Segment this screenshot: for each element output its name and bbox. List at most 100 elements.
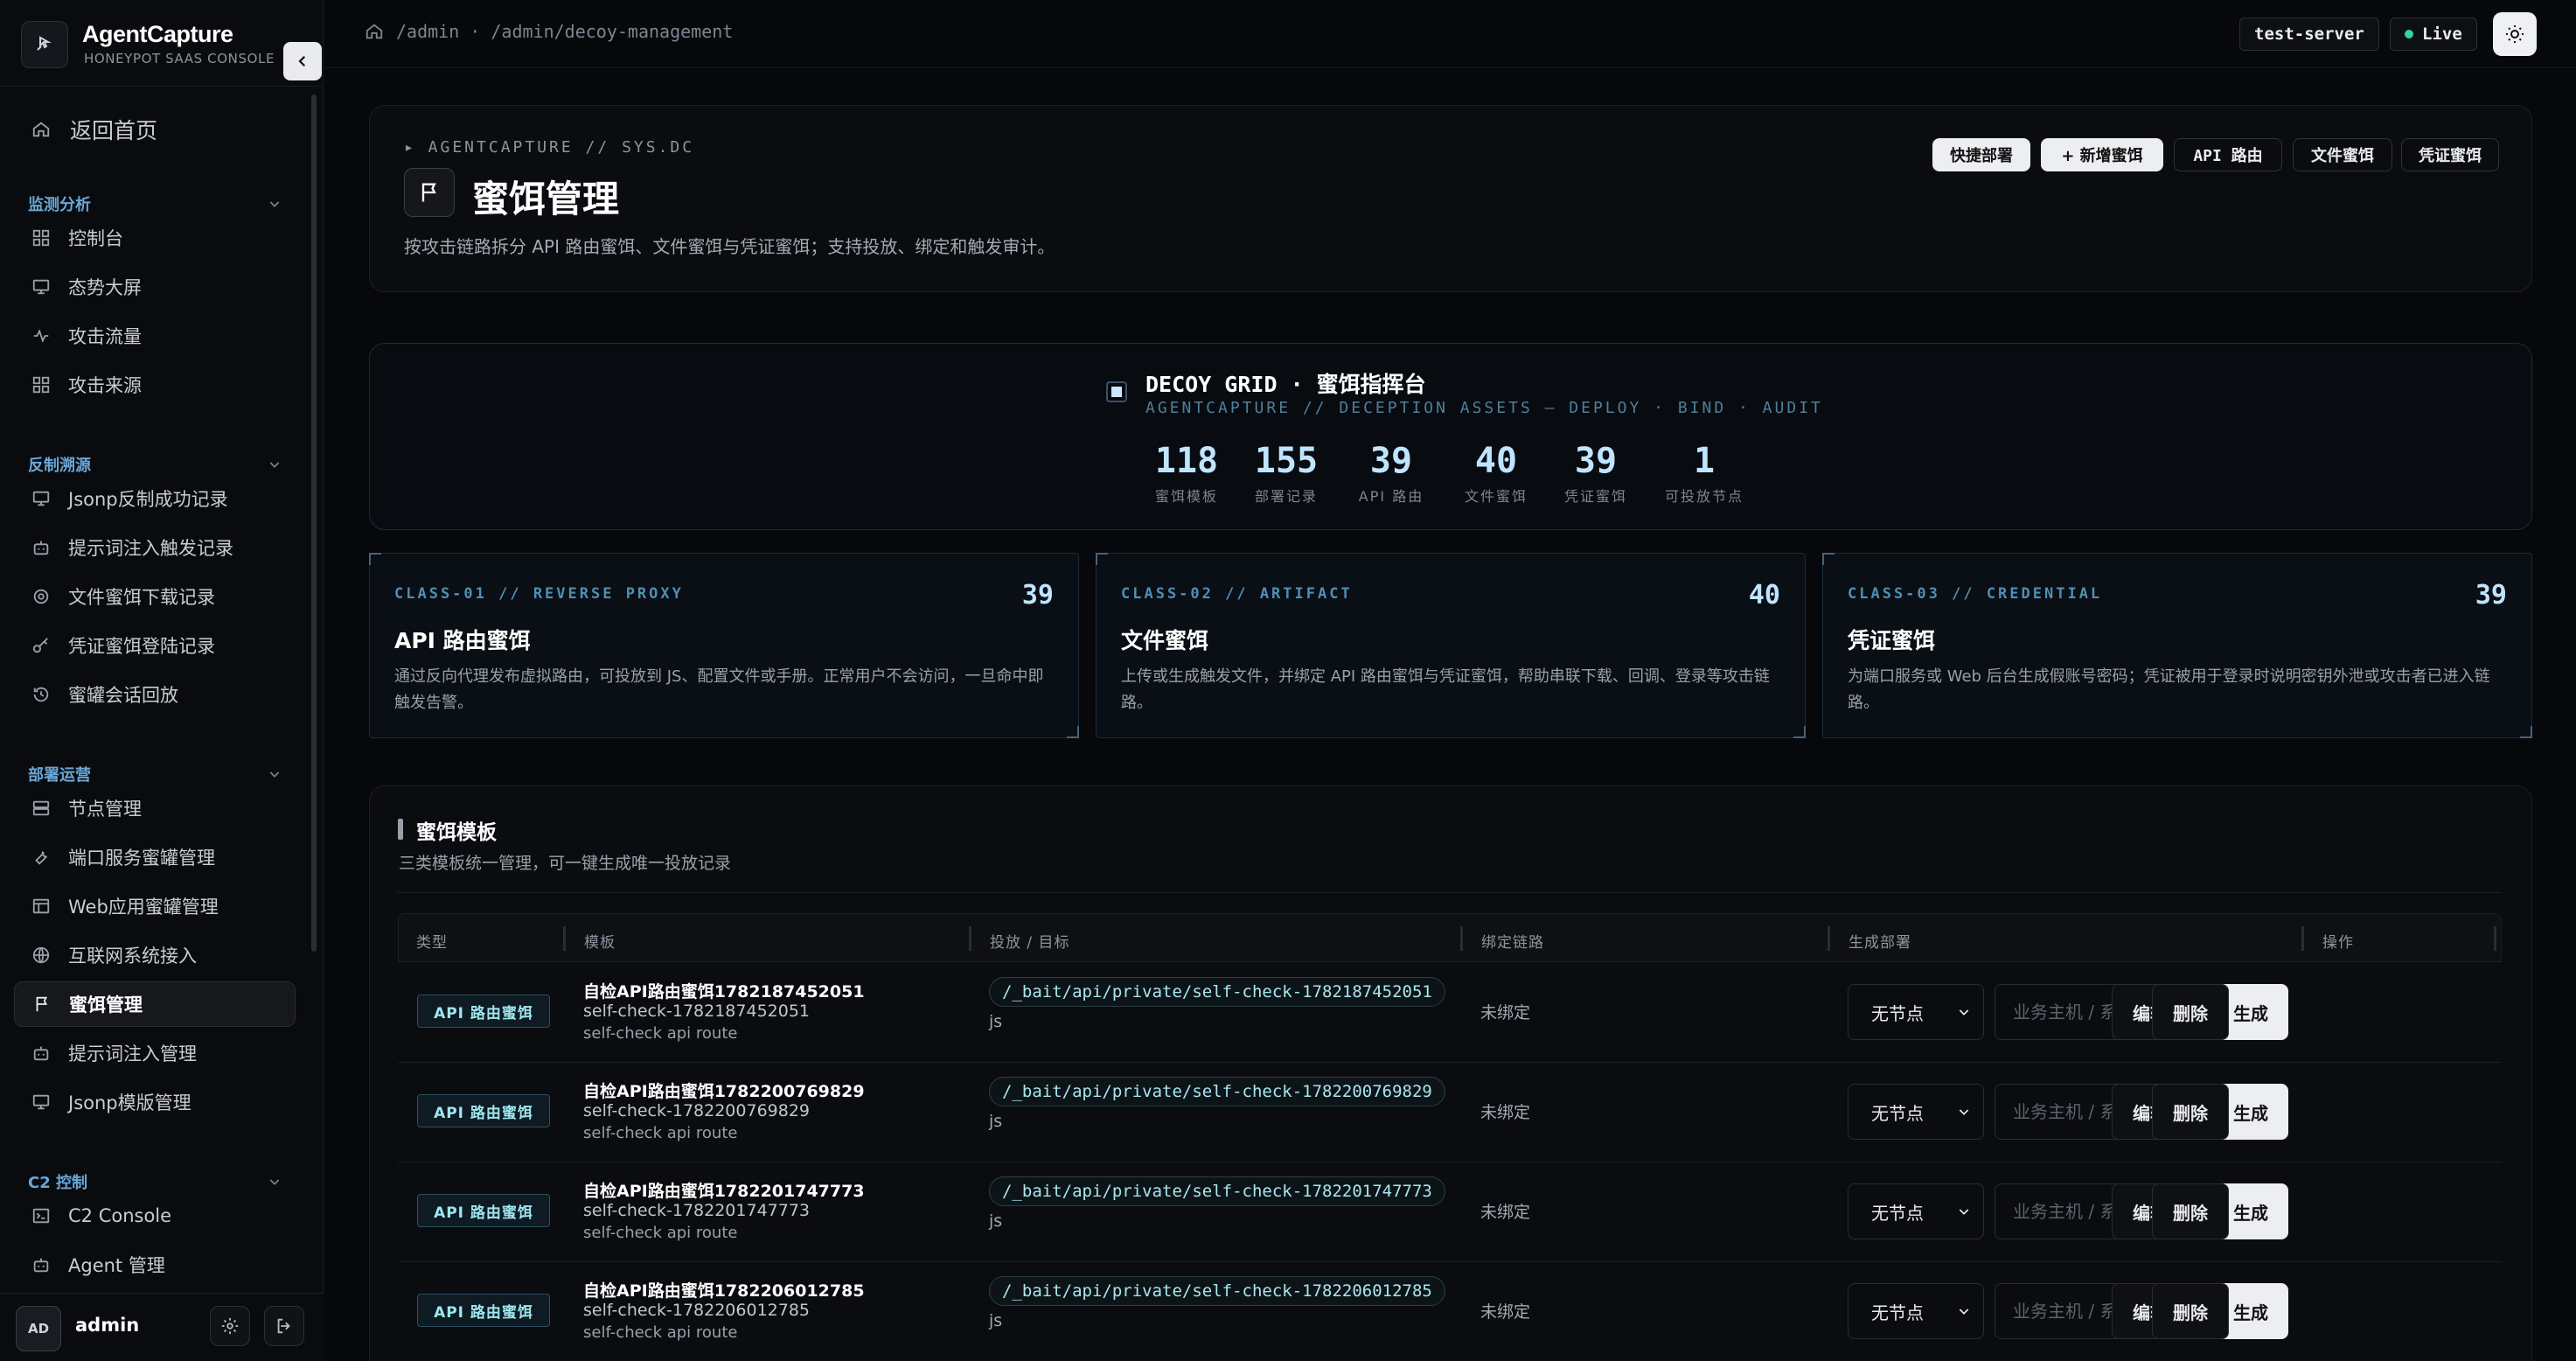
collapse-sidebar-button[interactable] <box>283 42 322 80</box>
sidebar-group-monitor[interactable]: 监测分析 <box>28 191 282 217</box>
quick-deploy-button[interactable]: 快捷部署 <box>1932 138 2030 171</box>
server-icon <box>32 800 50 816</box>
class-card-api-route[interactable]: CLASS-01 // REVERSE PROXY 39 API 路由蜜饵 通过… <box>369 553 1079 738</box>
sidebar: AgentCapture HONEYPOT SAAS CONSOLE 返回首页 … <box>0 0 324 1361</box>
api-route-button[interactable]: API 路由 <box>2174 138 2282 171</box>
sidebar-item-label: Web应用蜜罐管理 <box>68 897 219 918</box>
template-desc: self-check api route <box>583 1124 738 1142</box>
delete-button[interactable]: 删除 <box>2152 1084 2229 1140</box>
settings-button[interactable] <box>210 1306 250 1346</box>
template-desc: self-check api route <box>583 1224 738 1242</box>
sidebar-item-big-screen[interactable]: 态势大屏 <box>14 264 296 310</box>
username: admin <box>75 1315 140 1336</box>
sidebar-item-home[interactable]: 返回首页 <box>14 107 296 152</box>
template-desc: self-check api route <box>583 1323 738 1342</box>
sidebar-item-port-honeypot[interactable]: 端口服务蜜罐管理 <box>14 834 296 880</box>
node-select[interactable]: 无节点 <box>1848 984 1984 1040</box>
column-type: 类型 <box>416 934 448 952</box>
logout-button[interactable] <box>264 1306 304 1346</box>
templates-divider <box>397 892 2501 893</box>
sidebar-item-jsonp-records[interactable]: Jsonp反制成功记录 <box>14 476 296 521</box>
sidebar-group-operations[interactable]: 部署运营 <box>28 761 282 787</box>
stat-credential-decoys: 39 凭证蜜饵 <box>1548 441 1644 506</box>
node-select-value: 无节点 <box>1871 1202 1924 1224</box>
node-select[interactable]: 无节点 <box>1848 1084 1984 1140</box>
sidebar-item-nodes[interactable]: 节点管理 <box>14 785 296 831</box>
brand: AgentCapture HONEYPOT SAAS CONSOLE <box>21 19 322 80</box>
credential-decoy-button[interactable]: 凭证蜜饵 <box>2401 138 2499 171</box>
target-icon <box>33 589 49 604</box>
sidebar-item-agent-management[interactable]: Agent 管理 <box>14 1242 296 1282</box>
sidebar-item-label: 凭证蜜饵登陆记录 <box>68 636 215 657</box>
stat-label: API 路由 <box>1358 488 1424 505</box>
stat-value: 40 <box>1474 441 1518 481</box>
sidebar-item-file-download[interactable]: 文件蜜饵下载记录 <box>14 574 296 619</box>
live-status-label: Live <box>2422 24 2462 44</box>
gear-icon <box>221 1317 239 1335</box>
template-desc: self-check api route <box>583 1024 738 1043</box>
sidebar-group-countermeasure[interactable]: 反制溯源 <box>28 451 282 478</box>
avatar[interactable]: AD <box>16 1306 61 1351</box>
sidebar-item-label: Jsonp反制成功记录 <box>68 489 228 510</box>
sidebar-item-prompt-injection[interactable]: 提示词注入管理 <box>14 1030 296 1076</box>
sidebar-item-label: 提示词注入管理 <box>68 1043 197 1064</box>
chevron-down-icon <box>269 1179 280 1185</box>
sidebar-item-credential-login[interactable]: 凭证蜜饵登陆记录 <box>14 623 296 668</box>
file-decoy-button[interactable]: 文件蜜饵 <box>2293 138 2392 171</box>
sidebar-item-web-honeypot[interactable]: Web应用蜜罐管理 <box>14 883 296 929</box>
class-tag: CLASS-02 // ARTIFACT <box>1121 585 1353 603</box>
chevron-down-icon <box>269 201 280 207</box>
breadcrumb-path[interactable]: /admin · /admin/decoy-management <box>396 21 733 42</box>
sidebar-item-attack-source[interactable]: 攻击来源 <box>14 362 296 408</box>
stat-value: 39 <box>1574 441 1618 481</box>
theme-toggle-button[interactable] <box>2493 12 2537 56</box>
sidebar-item-label: 节点管理 <box>68 799 142 820</box>
sidebar-item-label: 提示词注入触发记录 <box>68 538 233 559</box>
sidebar-item-label: 端口服务蜜罐管理 <box>68 848 215 869</box>
route-path[interactable]: /_bait/api/private/self-check-1782200769… <box>989 1077 1445 1106</box>
node-select[interactable]: 无节点 <box>1848 1283 1984 1339</box>
route-path[interactable]: /_bait/api/private/self-check-1782201747… <box>989 1176 1445 1206</box>
sidebar-item-decoy-management[interactable]: 蜜饵管理 <box>14 981 296 1027</box>
node-select-value: 无节点 <box>1871 1302 1924 1323</box>
sidebar-item-internet-access[interactable]: 互联网系统接入 <box>14 932 296 978</box>
delete-button[interactable]: 删除 <box>2152 1283 2229 1339</box>
sidebar-item-jsonp-templates[interactable]: Jsonp模版管理 <box>14 1079 296 1125</box>
route-path[interactable]: /_bait/api/private/self-check-1782206012… <box>989 1276 1445 1306</box>
node-select[interactable]: 无节点 <box>1848 1183 1984 1239</box>
node-select-value: 无节点 <box>1871 1002 1924 1024</box>
sidebar-item-session-replay[interactable]: 蜜罐会话回放 <box>14 672 296 717</box>
stat-label: 部署记录 <box>1254 488 1318 505</box>
binding-status: 未绑定 <box>1480 1003 1531 1022</box>
server-badge[interactable]: test-server <box>2239 17 2379 51</box>
globe-icon <box>32 946 50 964</box>
class-count: 40 <box>1748 580 1780 611</box>
decoy-flag-icon <box>404 168 455 217</box>
column-target: 投放 / 目标 <box>990 934 1070 952</box>
sidebar-nav: 返回首页 监测分析 控制台 态势大屏 攻击流量 攻击来源 反制溯源 Jsonp反… <box>0 93 324 1282</box>
stat-label: 凭证蜜饵 <box>1563 488 1627 505</box>
page-title: 蜜饵管理 <box>472 178 620 220</box>
live-dot <box>2405 30 2413 38</box>
sidebar-group-label: 监测分析 <box>28 196 91 214</box>
sidebar-item-label: Jsonp模版管理 <box>68 1092 191 1113</box>
grid-icon <box>32 229 50 247</box>
delete-button[interactable]: 删除 <box>2152 984 2229 1040</box>
template-code: self-check-1782201747773 <box>583 1201 811 1220</box>
sidebar-group-c2[interactable]: C2 控制 <box>28 1169 282 1195</box>
template-name: 自检API路由蜜饵1782200769829 <box>583 1082 865 1101</box>
sidebar-item-c2-console[interactable]: C2 Console <box>14 1193 296 1239</box>
table-row: API 路由蜜饵 自检API路由蜜饵1782200769829 self-che… <box>398 1063 2502 1162</box>
templates-title: 蜜饵模板 <box>416 821 497 844</box>
add-decoy-button[interactable]: + 新增蜜饵 <box>2041 138 2163 171</box>
wrench-icon <box>35 850 48 865</box>
sidebar-item-prompt-trigger[interactable]: 提示词注入触发记录 <box>14 525 296 570</box>
sidebar-item-dashboard[interactable]: 控制台 <box>14 215 296 261</box>
grid-square-icon <box>1106 381 1127 402</box>
route-path[interactable]: /_bait/api/private/self-check-1782187452… <box>989 977 1445 1007</box>
activity-icon <box>33 329 49 343</box>
class-card-file[interactable]: CLASS-02 // ARTIFACT 40 文件蜜饵 上传或生成触发文件，并… <box>1096 553 1806 738</box>
delete-button[interactable]: 删除 <box>2152 1183 2229 1239</box>
class-card-credential[interactable]: CLASS-03 // CREDENTIAL 39 凭证蜜饵 为端口服务或 We… <box>1822 553 2532 738</box>
sidebar-item-attack-traffic[interactable]: 攻击流量 <box>14 313 296 359</box>
